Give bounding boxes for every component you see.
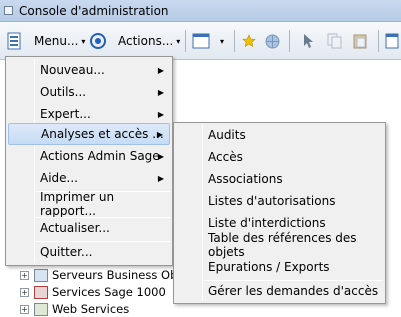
console-icon[interactable] <box>6 31 22 51</box>
pointer-icon[interactable] <box>302 31 314 51</box>
paste-icon[interactable] <box>352 31 368 51</box>
expand-icon[interactable]: + <box>20 270 29 280</box>
menu-item-label: Epurations / Exports <box>208 260 330 274</box>
submenu-item-associations[interactable]: Associations <box>176 168 383 190</box>
menu-item-label: Table des références des objets <box>208 231 357 259</box>
tree-item-label: Web Services <box>52 302 130 316</box>
window-title: Console d'administration <box>19 3 169 18</box>
submenu-item-audits[interactable]: Audits <box>176 124 383 146</box>
chevron-down-icon: ▾ <box>220 36 225 46</box>
menu-item-label: Analyses et accès ... <box>41 127 164 141</box>
chevron-down-icon: ▾ <box>81 36 86 46</box>
actions-button[interactable]: Actions... ▾ <box>118 31 180 51</box>
menu-item-label: Associations <box>208 172 283 186</box>
menu-item-label: Liste d'interdictions <box>208 216 326 230</box>
menu-button-label: Menu... <box>34 34 79 48</box>
analyses-submenu: Audits Accès Associations Listes d'autor… <box>173 122 386 304</box>
menu-item-expert[interactable]: Expert... ▶ <box>8 103 170 125</box>
menu-item-imprimer-rapport[interactable]: Imprimer un rapport... <box>8 190 170 218</box>
chevron-down-icon: ▾ <box>176 36 181 46</box>
submenu-item-table-references[interactable]: Table des références des objets <box>176 231 383 259</box>
actions-button-label: Actions... <box>118 34 174 48</box>
submenu-arrow-icon: ▶ <box>157 87 164 97</box>
submenu-arrow-icon: ▶ <box>157 151 164 161</box>
toolbar-separator <box>234 30 235 52</box>
menu-item-label: Accès <box>208 150 243 164</box>
menu-item-nouveau[interactable]: Nouveau... ▶ <box>8 59 170 81</box>
window-icon <box>4 6 13 15</box>
menu-item-quitter[interactable]: Quitter... <box>8 241 170 263</box>
menu-item-label: Actions Admin Sage <box>40 149 160 163</box>
menu-item-outils[interactable]: Outils... ▶ <box>8 81 170 103</box>
tree-item[interactable]: + Services Sage 1000 <box>20 284 166 300</box>
copy-icon[interactable] <box>327 31 343 51</box>
menu-item-label: Quitter... <box>40 245 93 259</box>
expand-icon[interactable]: + <box>20 287 29 297</box>
expand-icon[interactable]: + <box>20 304 29 314</box>
tree-item-label: Services Sage 1000 <box>52 285 166 299</box>
menu-item-label: Gérer les demandes d'accès <box>208 284 379 298</box>
menu-item-actualiser[interactable]: Actualiser... <box>8 217 170 239</box>
submenu-item-acces[interactable]: Accès <box>176 146 383 168</box>
server-icon <box>34 285 48 299</box>
submenu-item-gerer-demandes[interactable]: Gérer les demandes d'accès <box>176 280 383 302</box>
menu-item-label: Audits <box>208 128 246 142</box>
menu-item-label: Nouveau... <box>40 63 105 77</box>
toolbar-separator <box>289 30 290 52</box>
menu-item-label: Actualiser... <box>40 221 110 235</box>
menu-item-label: Listes d'autorisations <box>208 194 336 208</box>
menu-item-label: Outils... <box>40 85 87 99</box>
menu-item-analyses-acces[interactable]: Analyses et accès ... ▶ <box>8 123 170 145</box>
submenu-arrow-icon: ▶ <box>157 173 164 183</box>
menu-item-actions-admin-sage[interactable]: Actions Admin Sage ▶ <box>8 145 170 167</box>
submenu-item-listes-autorisations[interactable]: Listes d'autorisations <box>176 190 383 212</box>
tree-item[interactable]: + Web Services <box>20 301 129 317</box>
server-icon <box>34 268 48 282</box>
menu-item-aide[interactable]: Aide... ▶ <box>8 167 170 189</box>
submenu-arrow-icon: ▶ <box>156 129 163 139</box>
main-menu: Nouveau... ▶ Outils... ▶ Expert... ▶ Ana… <box>5 56 173 266</box>
tree-item[interactable]: + Serveurs Business Objec <box>20 267 194 283</box>
menu-item-label: Expert... <box>40 107 91 121</box>
window-icon[interactable] <box>385 31 399 51</box>
toolbar-separator <box>185 30 186 52</box>
view-icon[interactable] <box>192 31 210 51</box>
menu-button[interactable]: Menu... ▾ <box>34 31 85 51</box>
globe-icon[interactable] <box>265 31 280 51</box>
submenu-arrow-icon: ▶ <box>157 65 164 75</box>
menu-item-label: Imprimer un rapport... <box>40 190 115 218</box>
web-services-icon <box>34 302 48 316</box>
toolbar-separator <box>378 30 379 52</box>
submenu-arrow-icon: ▶ <box>157 109 164 119</box>
target-icon[interactable] <box>90 31 106 51</box>
menu-item-label: Aide... <box>40 171 78 185</box>
title-bar: Console d'administration <box>0 0 401 22</box>
star-icon[interactable] <box>242 31 256 51</box>
toolbar: Menu... ▾ Actions... ▾ ▾ <box>0 22 401 60</box>
submenu-item-epurations-exports[interactable]: Epurations / Exports <box>176 256 383 278</box>
view-dropdown[interactable]: ▾ <box>217 31 224 51</box>
